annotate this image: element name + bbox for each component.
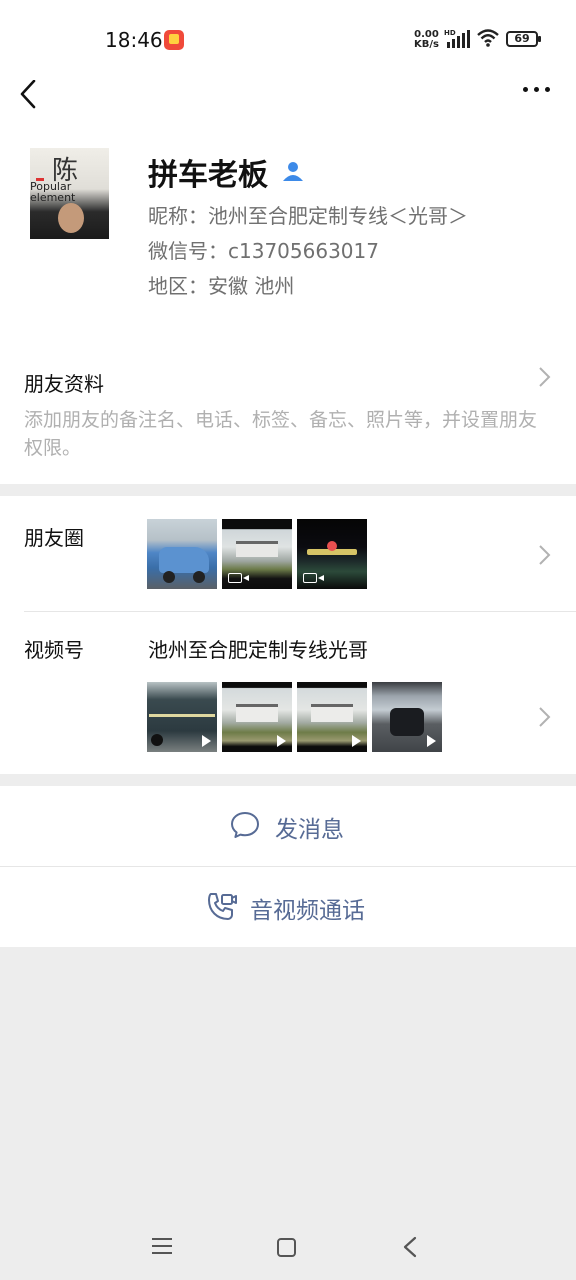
app-notification-icon [164,30,184,50]
send-message-label: 发消息 [275,817,344,843]
channels-label: 视频号 [24,638,84,662]
network-speed-unit: KB/s [414,39,439,50]
av-call-button[interactable]: 音视频通话 [0,867,576,947]
channel-video-thumbnail[interactable] [222,682,292,752]
video-call-icon [208,893,237,920]
av-call-label: 音视频通话 [250,898,365,924]
moments-label: 朋友圈 [24,526,84,550]
home-icon[interactable] [277,1238,296,1257]
avatar-caption-line-2: element [30,191,76,204]
more-options-icon[interactable] [520,80,554,100]
channels-row[interactable]: 视频号 池州至合肥定制专线光哥 [0,612,576,774]
back-icon[interactable] [16,80,46,110]
chevron-right-icon [539,545,551,565]
video-camera-icon [228,573,249,583]
top-nav [0,80,576,120]
menu-icon[interactable] [152,1238,172,1254]
friend-info-title: 朋友资料 [24,372,104,396]
send-message-button[interactable]: 发消息 [0,786,576,866]
channel-video-thumbnail[interactable] [372,682,442,752]
avatar[interactable]: 陈 Popular element [30,148,109,239]
chevron-right-icon [539,707,551,727]
chevron-right-icon [539,367,551,387]
battery-icon: 69 [506,31,541,47]
wechat-id: 微信号：c13705663017 [148,239,379,263]
friend-info-description: 添加朋友的备注名、电话、标签、备忘、照片等，并设置朋友权限。 [24,409,538,459]
nickname: 昵称：池州至合肥定制专线＜光哥＞ [148,204,468,228]
contact-name: 拼车老板 [148,158,268,193]
moments-video-thumbnail[interactable] [297,519,367,589]
play-icon [352,735,361,747]
channel-video-thumbnail[interactable] [297,682,367,752]
chat-bubble-icon [231,812,259,838]
play-icon [202,735,211,747]
region: 地区：安徽 池州 [148,274,295,298]
channel-video-thumbnail[interactable] [147,682,217,752]
status-bar: 18:46 0.00 KB/s HD 69 [0,0,576,80]
channel-name: 池州至合肥定制专线光哥 [148,638,368,662]
play-icon [427,735,436,747]
system-navigation-bar [0,1212,576,1280]
person-icon [283,162,303,181]
status-time: 18:46 [105,28,163,52]
friend-info-row[interactable]: 朋友资料 添加朋友的备注名、电话、标签、备忘、照片等，并设置朋友权限。 [0,342,576,484]
moments-section: 朋友圈 视频号 池州至合肥定制专线光哥 [0,496,576,774]
moments-thumbnail[interactable] [147,519,217,589]
moments-video-thumbnail[interactable] [222,519,292,589]
network-speed: 0.00 KB/s [414,30,439,50]
play-icon [277,735,286,747]
wifi-icon [477,29,499,47]
video-camera-icon [303,573,324,583]
hd-indicator: HD [444,29,456,37]
avatar-caption: Popular element [30,181,75,203]
profile-header: 陈 Popular element 拼车老板 昵称：池州至合肥定制专线＜光哥＞ … [0,120,576,342]
moments-row[interactable]: 朋友圈 [0,496,576,611]
back-nav-icon[interactable] [402,1236,418,1258]
